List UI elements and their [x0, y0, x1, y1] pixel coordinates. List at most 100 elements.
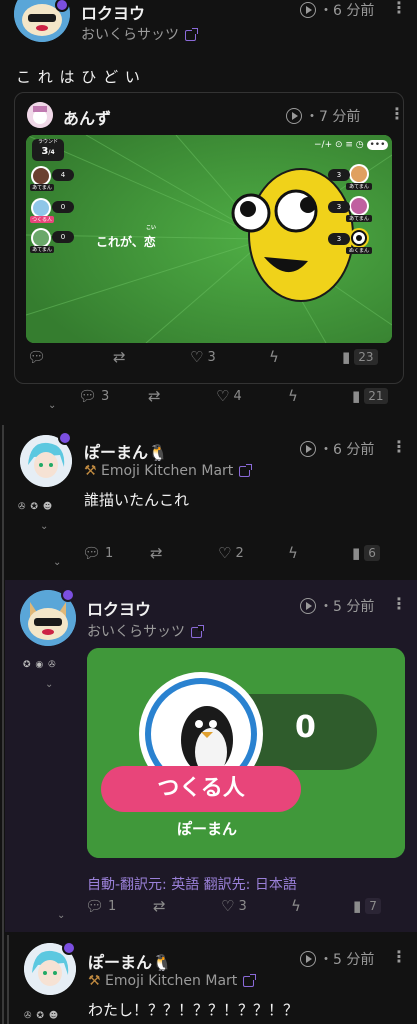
stats-button[interactable]: ▮ 6: [352, 544, 380, 562]
more-menu-button[interactable]: ⋮: [391, 596, 407, 612]
reply-button[interactable]: 💬︎ 3: [78, 387, 109, 405]
stats-icon: ▮: [342, 348, 351, 366]
play-icon: [300, 2, 316, 18]
stats-icon: ▮: [352, 544, 361, 562]
play-icon: [300, 951, 316, 967]
thread-line: [7, 935, 9, 1024]
reply-icon: 💬︎: [82, 544, 102, 562]
post-4[interactable]: ぽーまん🐧 ⚒ Emoji Kitchen Mart ・5 分前 ⋮ わたし！？…: [0, 935, 417, 1024]
zap-button[interactable]: ϟ: [288, 544, 298, 562]
like-button[interactable]: ♡ 2: [218, 544, 244, 562]
more-menu-button[interactable]: ⋮: [391, 949, 407, 965]
post-text: こ れ は ひ ど い: [16, 68, 141, 86]
reply-icon: 💬︎: [85, 897, 105, 915]
post-text: わたし！？？！？？！？？！？: [88, 1001, 299, 1019]
heart-icon: ♡: [190, 348, 204, 366]
author-handle[interactable]: おいくらサッツ: [81, 24, 198, 44]
reply-icon: 💬︎: [78, 387, 98, 405]
renote-button[interactable]: ⇄: [153, 897, 166, 915]
game-toolbar[interactable]: −/+ ⊙ ≡ ◷ •••: [314, 140, 389, 150]
reaction-emoji-row[interactable]: ✇ ✪ ☻: [18, 502, 53, 512]
zap-icon: ϟ: [291, 897, 301, 915]
quote-author-name[interactable]: あんず: [63, 105, 111, 129]
post-text: 誰描いたんこれ: [84, 491, 190, 509]
like-button[interactable]: ♡ 4: [216, 387, 242, 405]
renote-icon: ⇄: [153, 897, 166, 915]
post-1[interactable]: ロクヨウ おいくらサッツ ・6 分前 ⋮ こ れ は ひ ど い あんず ・7 …: [0, 0, 417, 420]
external-link-icon: [243, 973, 257, 987]
collapse-chevron-icon[interactable]: ⌄: [53, 557, 61, 568]
timestamp[interactable]: ・5 分前: [300, 596, 374, 616]
timestamp[interactable]: ・5 分前: [300, 949, 374, 969]
play-icon: [286, 108, 302, 124]
renote-button[interactable]: ⇄: [150, 544, 163, 562]
player-right-3: 3 ぬくまん: [328, 227, 372, 254]
play-icon: [300, 441, 316, 457]
author-handle[interactable]: ⚒ Emoji Kitchen Mart: [88, 973, 257, 989]
author-handle[interactable]: ⚒ Emoji Kitchen Mart: [84, 463, 253, 479]
like-button[interactable]: ♡ 3: [221, 897, 247, 915]
collapse-chevron-icon[interactable]: ⌄: [45, 679, 53, 690]
stats-button[interactable]: ▮ 23: [342, 348, 378, 366]
player-name: ぽーまん: [176, 820, 237, 838]
player-score: 0: [295, 710, 316, 745]
zap-icon: ϟ: [288, 387, 298, 405]
tools-icon: ⚒: [84, 463, 97, 479]
author-name[interactable]: ぽーまん🐧: [84, 439, 168, 463]
verified-badge-icon: [62, 941, 76, 955]
external-link-icon: [191, 624, 204, 638]
stats-button[interactable]: ▮ 7: [353, 897, 381, 915]
collapse-chevron-icon[interactable]: ⌄: [40, 521, 48, 532]
play-icon: [300, 598, 316, 614]
renote-icon: ⇄: [150, 544, 163, 562]
reply-button[interactable]: 💬︎ 1: [82, 544, 113, 562]
external-link-icon: [239, 463, 253, 477]
author-name[interactable]: ロクヨウ: [81, 0, 145, 24]
post-3[interactable]: ロクヨウ おいくらサッツ ・5 分前 ⋮ ✪ ◉ ✇ ⌄ 0 つくる人 ぽーまん…: [5, 580, 417, 932]
player-left-3: 0 あてまん: [30, 227, 74, 253]
renote-icon: ⇄: [148, 387, 161, 405]
more-menu-button[interactable]: ⋮: [391, 0, 407, 16]
renote-button[interactable]: ⇄: [148, 387, 161, 405]
quote-card[interactable]: あんず ・7 分前 ⋮ ラウンド 3/4 4 あてまん 0 つくる人 0 あてま…: [14, 92, 405, 384]
reply-button[interactable]: 💬︎: [27, 348, 46, 366]
renote-icon: ⇄: [113, 348, 126, 366]
post-image[interactable]: 0 つくる人 ぽーまん: [87, 648, 405, 858]
quote-more-button[interactable]: ⋮: [389, 106, 405, 122]
stats-icon: ▮: [352, 387, 361, 405]
zap-button[interactable]: ϟ: [291, 897, 301, 915]
more-menu-button[interactable]: ⋮: [391, 439, 407, 455]
timestamp[interactable]: ・6 分前: [300, 439, 374, 459]
player-left-2: 0 つくる人: [30, 197, 74, 223]
quote-timestamp[interactable]: ・7 分前: [286, 106, 360, 126]
quote-image[interactable]: ラウンド 3/4 4 あてまん 0 つくる人 0 あてまん これが、恋 こい −…: [26, 135, 392, 343]
verified-badge-icon: [58, 431, 72, 445]
post-2[interactable]: ぽーまん🐧 ⚒ Emoji Kitchen Mart ・6 分前 ⋮ ✇ ✪ ☻…: [0, 425, 417, 577]
author-handle[interactable]: おいくらサッツ: [87, 621, 204, 641]
renote-button[interactable]: ⇄: [113, 348, 126, 366]
collapse-chevron-icon[interactable]: ⌄: [48, 400, 56, 411]
zap-icon: ϟ: [269, 348, 279, 366]
like-button[interactable]: ♡ 3: [190, 348, 216, 366]
author-name[interactable]: ぽーまん🐧: [88, 949, 172, 973]
player-right-2: 3 あてまん: [328, 195, 372, 222]
role-badge: つくる人: [101, 766, 301, 812]
author-name[interactable]: ロクヨウ: [87, 596, 151, 620]
external-link-icon: [185, 27, 198, 41]
player-right-1: 3 あてまん: [328, 163, 372, 190]
reaction-emoji-row[interactable]: ✪ ◉ ✇: [23, 660, 57, 670]
stats-button[interactable]: ▮ 21: [352, 387, 388, 405]
zap-button[interactable]: ϟ: [288, 387, 298, 405]
game-caption: これが、恋 こい: [96, 225, 157, 249]
player-left-1: 4 あてまん: [30, 165, 74, 191]
reply-button[interactable]: 💬︎ 1: [85, 897, 116, 915]
timestamp[interactable]: ・6 分前: [300, 0, 374, 20]
quote-avatar[interactable]: [27, 102, 53, 128]
reaction-emoji-row[interactable]: ✇ ✪ ☻: [24, 1011, 59, 1021]
verified-badge-icon: [61, 588, 75, 602]
heart-icon: ♡: [216, 387, 230, 405]
translation-note[interactable]: 自動-翻訳元: 英語 翻訳先: 日本語: [87, 874, 297, 894]
zap-button[interactable]: ϟ: [269, 348, 279, 366]
collapse-chevron-icon[interactable]: ⌄: [57, 910, 65, 921]
heart-icon: ♡: [218, 544, 232, 562]
